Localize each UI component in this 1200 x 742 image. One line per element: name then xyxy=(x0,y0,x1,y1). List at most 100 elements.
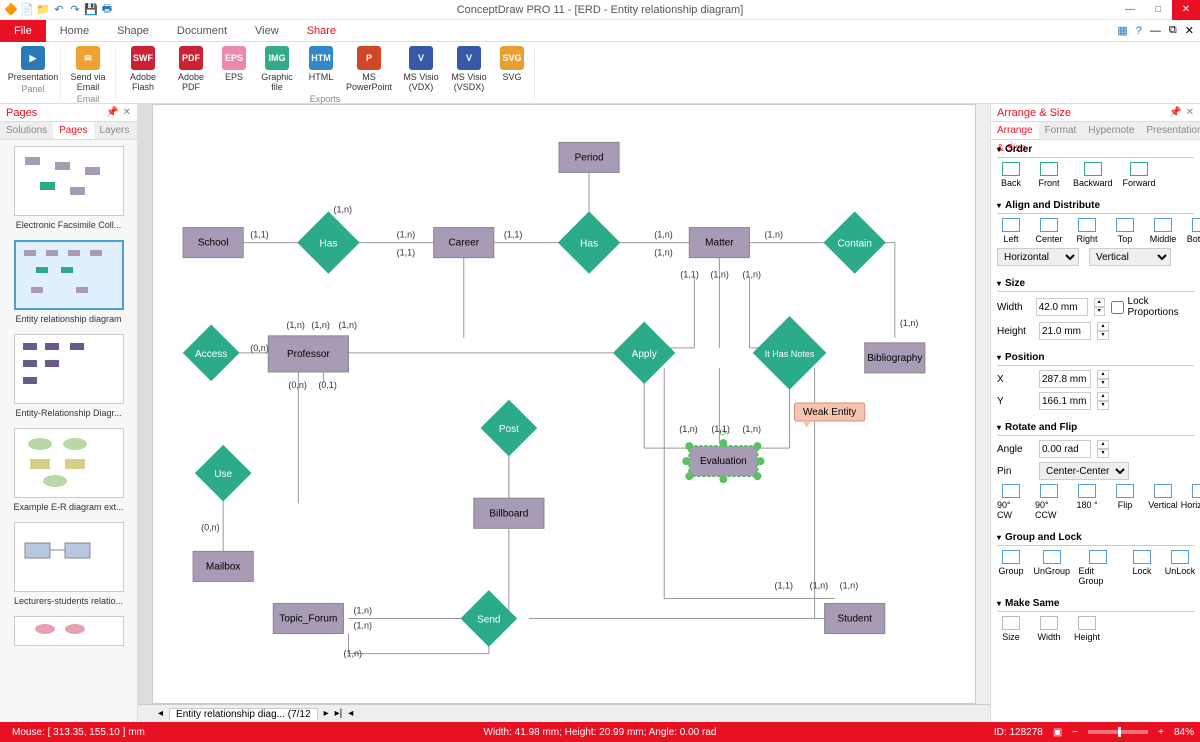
open-icon[interactable]: 📁 xyxy=(36,3,50,17)
pin-icon[interactable]: 📌 xyxy=(106,107,118,118)
close-panel-icon[interactable]: ✕ xyxy=(1186,107,1194,118)
thumb-4[interactable]: Example E-R diagram ext... xyxy=(6,428,131,512)
pin-icon[interactable]: 📌 xyxy=(1169,107,1181,118)
window-controls: — □ ✕ xyxy=(1116,0,1200,20)
close-panel-icon[interactable]: ✕ xyxy=(123,107,131,118)
thumb-6[interactable] xyxy=(6,616,131,646)
visio-vsdx-button[interactable]: VMS Visio (VSDX) xyxy=(448,46,490,92)
undo-icon[interactable]: ↶ xyxy=(52,3,66,17)
vertical-scrollbar[interactable] xyxy=(976,104,990,704)
adobe-flash-button[interactable]: SWFAdobe Flash xyxy=(122,46,164,92)
rotate-180-button[interactable]: 180 ° xyxy=(1073,484,1101,520)
menu-share[interactable]: Share xyxy=(293,20,350,42)
help-icon[interactable]: ? xyxy=(1136,25,1142,37)
ppt-button[interactable]: PMS PowerPoint xyxy=(344,46,394,92)
thumb-1[interactable]: Electronic Facsimile Coll... xyxy=(6,146,131,230)
order-backward-button[interactable]: Backward xyxy=(1073,162,1113,188)
tab-format[interactable]: Format xyxy=(1039,122,1083,139)
svg-text:Send: Send xyxy=(477,615,500,626)
order-forward-button[interactable]: Forward xyxy=(1123,162,1156,188)
menu-view[interactable]: View xyxy=(241,20,293,42)
eps-button[interactable]: EPSEPS xyxy=(218,46,250,92)
graphic-button[interactable]: IMGGraphic file xyxy=(256,46,298,92)
distribute-h-select[interactable]: Horizontal xyxy=(997,248,1079,266)
tab-prev-icon[interactable]: ◂ xyxy=(158,708,163,719)
height-input[interactable] xyxy=(1039,322,1091,340)
flip-v-button[interactable]: Vertical xyxy=(1149,484,1177,520)
y-input[interactable] xyxy=(1039,392,1091,410)
diagram-canvas[interactable]: Has Has Contain Access Apply It Has Note… xyxy=(153,105,975,703)
canvas-viewport[interactable]: Has Has Contain Access Apply It Has Note… xyxy=(152,104,976,704)
align-center-button[interactable]: Center xyxy=(1035,218,1063,244)
tab-pages[interactable]: Pages xyxy=(53,122,93,139)
swf-icon: SWF xyxy=(131,46,155,70)
lock-proportions-checkbox[interactable] xyxy=(1111,301,1124,314)
menu-home[interactable]: Home xyxy=(46,20,103,42)
section-align: Align and Distribute Left Center Right T… xyxy=(991,196,1200,274)
mdi-close-icon[interactable]: ✕ xyxy=(1185,24,1194,37)
group-button[interactable]: Group xyxy=(997,550,1025,586)
width-input[interactable] xyxy=(1036,298,1088,316)
flip-button[interactable]: Flip xyxy=(1111,484,1139,520)
tab-layers[interactable]: Layers xyxy=(94,122,136,139)
tab-solutions[interactable]: Solutions xyxy=(0,122,53,139)
rotate-ccw-button[interactable]: 90° CCW xyxy=(1035,484,1063,520)
close-button[interactable]: ✕ xyxy=(1172,0,1200,20)
same-size-button[interactable]: Size xyxy=(997,616,1025,642)
order-back-button[interactable]: Back xyxy=(997,162,1025,188)
x-input[interactable] xyxy=(1039,370,1091,388)
align-left-button[interactable]: Left xyxy=(997,218,1025,244)
thumb-2[interactable]: Entity relationship diagram xyxy=(6,240,131,324)
mdi-min-icon[interactable]: — xyxy=(1150,25,1161,37)
print-icon[interactable]: 🖶 xyxy=(100,3,114,17)
align-top-button[interactable]: Top xyxy=(1111,218,1139,244)
html-button[interactable]: HTMHTML xyxy=(304,46,338,92)
presentation-button[interactable]: ▶ Presentation xyxy=(12,46,54,82)
tab-last-icon[interactable]: ▸| xyxy=(335,708,343,719)
thumb-5[interactable]: Lecturers-students relatio... xyxy=(6,522,131,606)
zoom-in-icon[interactable]: + xyxy=(1158,727,1164,738)
mdi-restore-icon[interactable]: ⧉ xyxy=(1169,24,1177,37)
width-spinner[interactable]: ▴▾ xyxy=(1094,298,1105,316)
adobe-pdf-button[interactable]: PDFAdobe PDF xyxy=(170,46,212,92)
order-front-button[interactable]: Front xyxy=(1035,162,1063,188)
visio-vdx-button[interactable]: VMS Visio (VDX) xyxy=(400,46,442,92)
new-icon[interactable]: 📄 xyxy=(20,3,34,17)
tab-hypernote[interactable]: Hypernote xyxy=(1082,122,1140,139)
align-middle-button[interactable]: Middle xyxy=(1149,218,1177,244)
distribute-v-select[interactable]: Vertical xyxy=(1089,248,1171,266)
save-icon[interactable]: 💾 xyxy=(84,3,98,17)
pin-select[interactable]: Center-Center xyxy=(1039,462,1129,480)
same-height-button[interactable]: Height xyxy=(1073,616,1101,642)
redo-icon[interactable]: ↷ xyxy=(68,3,82,17)
canvas-tab-active[interactable]: Entity relationship diag... (7/12 xyxy=(169,708,318,720)
tab-next-icon[interactable]: ▸ xyxy=(324,708,329,719)
flip-h-button[interactable]: Horizontal xyxy=(1187,484,1200,520)
tab-presentation[interactable]: Presentation xyxy=(1140,122,1200,139)
maximize-button[interactable]: □ xyxy=(1144,0,1172,20)
rotate-cw-button[interactable]: 90° CW xyxy=(997,484,1025,520)
send-email-button[interactable]: ✉ Send via Email xyxy=(67,46,109,92)
zoom-out-icon[interactable]: − xyxy=(1072,727,1078,738)
workspace-icon[interactable]: ▦ xyxy=(1117,24,1127,37)
svg-button[interactable]: SVGSVG xyxy=(496,46,528,92)
menu-file[interactable]: File xyxy=(0,20,46,42)
menu-shape[interactable]: Shape xyxy=(103,20,163,42)
fit-icon[interactable]: ▣ xyxy=(1053,727,1062,738)
align-right-button[interactable]: Right xyxy=(1073,218,1101,244)
minimize-button[interactable]: — xyxy=(1116,0,1144,20)
hscroll-left-icon[interactable]: ◂ xyxy=(348,708,353,719)
unlock-button[interactable]: UnLock xyxy=(1166,550,1194,586)
visio-icon: V xyxy=(457,46,481,70)
ungroup-button[interactable]: UnGroup xyxy=(1035,550,1069,586)
same-width-button[interactable]: Width xyxy=(1035,616,1063,642)
lock-button[interactable]: Lock xyxy=(1128,550,1156,586)
menu-document[interactable]: Document xyxy=(163,20,241,42)
edit-group-button[interactable]: Edit Group xyxy=(1079,550,1118,586)
height-spinner[interactable]: ▴▾ xyxy=(1097,322,1109,340)
angle-input[interactable] xyxy=(1039,440,1091,458)
zoom-slider[interactable] xyxy=(1088,730,1148,734)
align-bottom-button[interactable]: Bottom xyxy=(1187,218,1200,244)
tab-arrange[interactable]: Arrange & Size xyxy=(991,122,1039,139)
thumb-3[interactable]: Entity-Relationship Diagr... xyxy=(6,334,131,418)
